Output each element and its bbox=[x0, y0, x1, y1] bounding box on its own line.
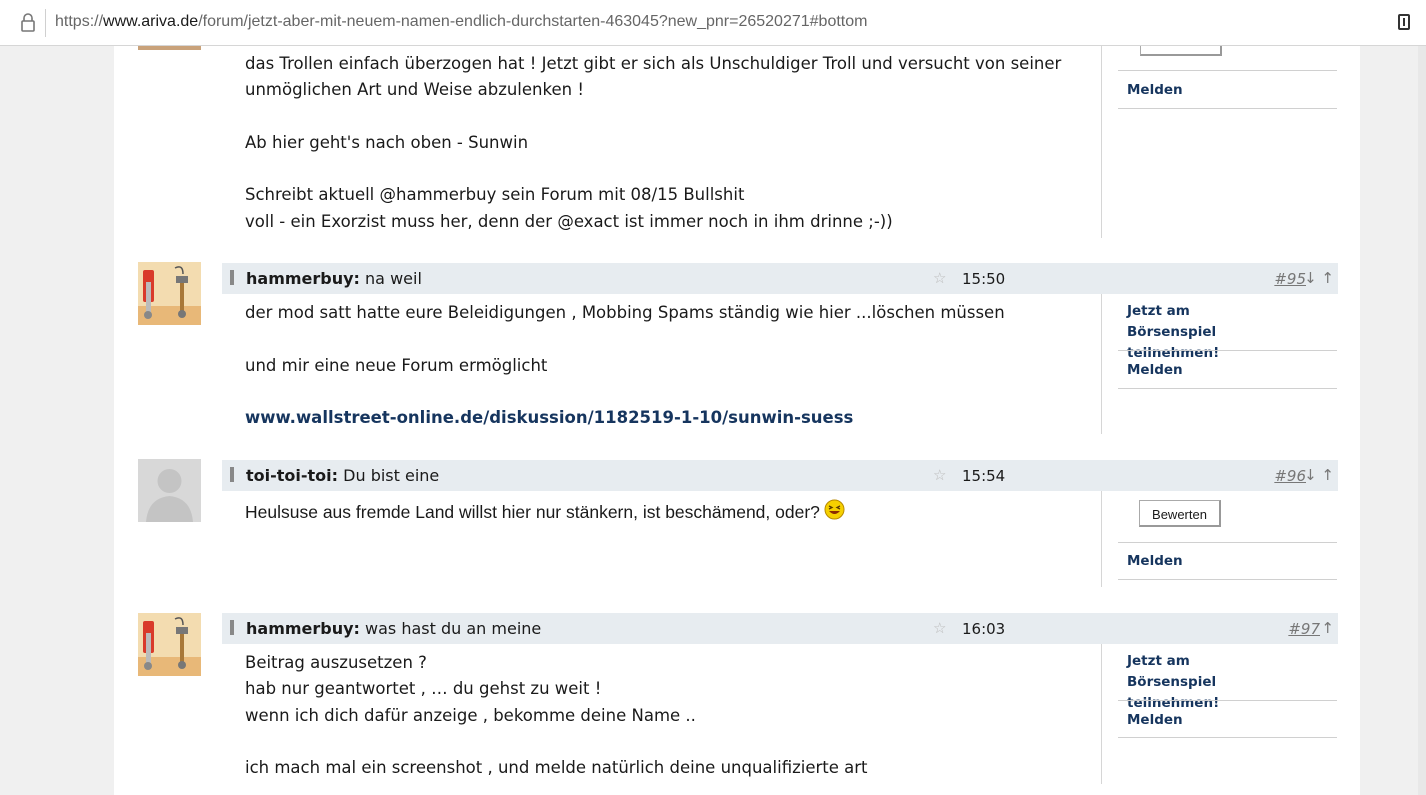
boersenspiel-link-95[interactable]: Jetzt am Börsenspiel teilnehmen! bbox=[1127, 301, 1277, 364]
url-path: /forum/jetzt-aber-mit-neuem-namen-endlic… bbox=[198, 13, 868, 30]
post-97-nav-arrows[interactable]: ↑ bbox=[1321, 619, 1334, 637]
report-link-97[interactable]: Melden bbox=[1127, 710, 1183, 731]
post-95-header: hammerbuy: na weil ☆ 15:50 #95 ↓ ↑ bbox=[222, 263, 1338, 294]
address-separator bbox=[45, 9, 46, 37]
post-97-time: 16:03 bbox=[962, 620, 1006, 638]
column-separator bbox=[1101, 491, 1102, 587]
post-96-time: 15:54 bbox=[962, 467, 1006, 485]
url-field[interactable]: https://www.ariva.de/forum/jetzt-aber-mi… bbox=[55, 13, 867, 31]
post-97-header: hammerbuy: was hast du an meine ☆ 16:03 … bbox=[222, 613, 1338, 644]
url-host: www.ariva.de bbox=[103, 13, 199, 30]
post-95-link[interactable]: www.wallstreet-online.de/diskussion/1182… bbox=[245, 408, 853, 427]
avatar-default bbox=[138, 459, 201, 522]
post-96-header: toi-toi-toi: Du bist eine ☆ 15:54 #96 ↓ … bbox=[222, 460, 1338, 491]
post-95-title: na weil bbox=[359, 269, 422, 288]
avatar-hammerbuy bbox=[138, 613, 201, 676]
side-divider bbox=[1118, 70, 1337, 71]
post-96-nav-arrows[interactable]: ↓ ↑ bbox=[1304, 466, 1334, 484]
star-icon[interactable]: ☆ bbox=[933, 619, 946, 637]
side-divider bbox=[1118, 700, 1337, 701]
username[interactable]: toi-toi-toi: bbox=[246, 466, 338, 485]
post-96-number[interactable]: #96 bbox=[1274, 467, 1306, 485]
post-95-number[interactable]: #95 bbox=[1274, 270, 1306, 288]
post-97-number[interactable]: #97 bbox=[1288, 620, 1320, 638]
post-96-body: Heulsuse aus fremde Land willst hier nur… bbox=[245, 502, 820, 522]
post-95-body: der mod satt hatte eure Beleidigungen , … bbox=[245, 303, 1005, 375]
side-divider bbox=[1118, 388, 1337, 389]
post-94-body: das Trollen einfach überzogen hat ! Jetz… bbox=[245, 54, 1062, 231]
post-96-title: Du bist eine bbox=[338, 466, 440, 485]
post-95-nav-arrows[interactable]: ↓ ↑ bbox=[1304, 269, 1334, 287]
post-97-title: was hast du an meine bbox=[359, 619, 542, 638]
post-95-time: 15:50 bbox=[962, 270, 1006, 288]
column-separator bbox=[1101, 46, 1102, 238]
star-icon[interactable]: ☆ bbox=[933, 269, 946, 287]
post-96-author[interactable]: toi-toi-toi: Du bist eine bbox=[246, 466, 439, 485]
lock-icon bbox=[21, 13, 35, 32]
reader-view-icon[interactable] bbox=[1398, 14, 1410, 30]
report-link-94[interactable]: Melden bbox=[1127, 80, 1183, 101]
rate-button[interactable]: Bewerten bbox=[1139, 500, 1221, 527]
browser-address-bar: https://www.ariva.de/forum/jetzt-aber-mi… bbox=[0, 0, 1426, 46]
scrollbar[interactable] bbox=[1418, 46, 1426, 795]
rate-button-partial[interactable] bbox=[1140, 46, 1222, 56]
column-separator bbox=[1101, 644, 1102, 784]
report-link-96[interactable]: Melden bbox=[1127, 551, 1183, 572]
laughing-emoji-icon bbox=[824, 499, 845, 520]
side-divider bbox=[1118, 108, 1337, 109]
drag-handle-icon bbox=[230, 270, 234, 285]
side-divider bbox=[1118, 350, 1337, 351]
drag-handle-icon bbox=[230, 467, 234, 482]
post-96-body-wrap: Heulsuse aus fremde Land willst hier nur… bbox=[245, 499, 845, 525]
boersenspiel-link-97[interactable]: Jetzt am Börsenspiel teilnehmen! bbox=[1127, 651, 1277, 714]
star-icon[interactable]: ☆ bbox=[933, 466, 946, 484]
avatar-hammerbuy bbox=[138, 262, 201, 325]
avatar-partial bbox=[138, 46, 201, 50]
column-separator bbox=[1101, 294, 1102, 434]
post-95-author[interactable]: hammerbuy: na weil bbox=[246, 269, 422, 288]
report-link-95[interactable]: Melden bbox=[1127, 360, 1183, 381]
drag-handle-icon bbox=[230, 620, 234, 635]
side-divider bbox=[1118, 737, 1337, 738]
url-prefix: https:// bbox=[55, 13, 104, 30]
side-divider bbox=[1118, 579, 1337, 580]
post-97-body: Beitrag auszusetzen ? hab nur geantworte… bbox=[245, 653, 868, 778]
side-divider bbox=[1118, 542, 1337, 543]
post-95-link-wrap: www.wallstreet-online.de/diskussion/1182… bbox=[245, 405, 853, 431]
username[interactable]: hammerbuy: bbox=[246, 619, 360, 638]
username[interactable]: hammerbuy: bbox=[246, 269, 360, 288]
post-97-author[interactable]: hammerbuy: was hast du an meine bbox=[246, 619, 541, 638]
